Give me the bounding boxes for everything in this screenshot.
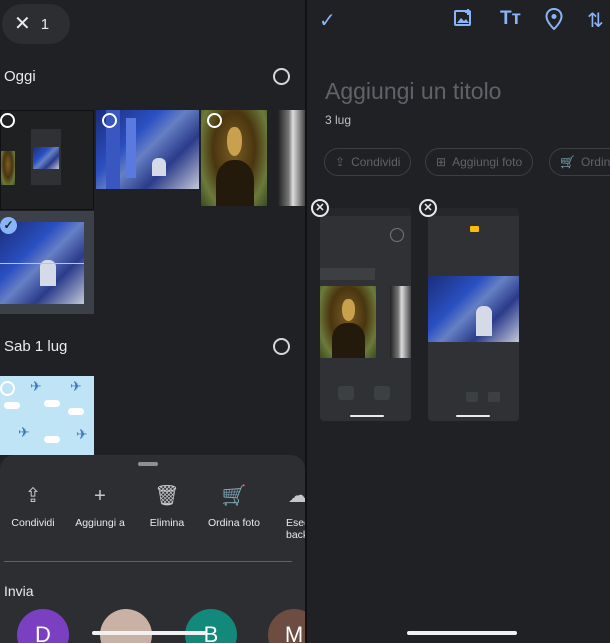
- action-share[interactable]: ⇪ Condividi: [0, 483, 69, 529]
- sheet-divider: [4, 561, 292, 562]
- selected-check-icon[interactable]: ✓: [0, 217, 17, 234]
- photo-selection-screen: ✕ 1 Oggi ✓ Sab 1 lug ✈ ✈ ✈ ✈ ⇪ Condividi…: [0, 0, 305, 643]
- chip-order-label: Ordina: [580, 155, 610, 169]
- remove-photo-2-icon[interactable]: ✕: [419, 199, 437, 217]
- chip-share-label: Condividi: [351, 155, 401, 169]
- trash-icon: 🗑: [154, 485, 180, 507]
- remove-photo-1-icon[interactable]: ✕: [311, 199, 329, 217]
- album-date: 3 lug: [325, 113, 352, 127]
- contact-avatar-3[interactable]: B: [185, 609, 237, 643]
- photo-thumb-city-selected[interactable]: [0, 222, 84, 304]
- select-photo-airplanes-checkbox[interactable]: [0, 381, 15, 396]
- photo-thumb-screenshot[interactable]: [0, 110, 94, 210]
- action-backup-label: Eseg back: [286, 517, 305, 541]
- contact-avatar-4[interactable]: M: [268, 609, 305, 643]
- action-order-photos[interactable]: 🛒 Ordina foto: [198, 483, 270, 529]
- backup-icon: ☁: [288, 485, 305, 507]
- action-sheet: ⇪ Condividi + Aggiungi a 🗑 Elimina 🛒 Ord…: [0, 455, 305, 643]
- location-icon[interactable]: [545, 7, 563, 36]
- share-icon: ⇪: [24, 485, 42, 507]
- select-all-sat-checkbox[interactable]: [273, 338, 290, 355]
- chip-add-photos[interactable]: ⊞ Aggiungi foto: [425, 148, 534, 176]
- action-order-photos-label: Ordina foto: [208, 517, 260, 529]
- check-icon[interactable]: ✓: [319, 8, 336, 33]
- action-add-to[interactable]: + Aggiungi a: [64, 483, 136, 529]
- action-backup[interactable]: ☁ Eseg back: [268, 483, 305, 541]
- photo-thumb-bw[interactable]: [278, 110, 305, 206]
- text-icon[interactable]: Tт: [500, 8, 521, 30]
- album-photo-1[interactable]: [320, 208, 411, 421]
- chip-share[interactable]: ⇪ Condividi: [324, 148, 412, 176]
- cart-icon: 🛒: [560, 155, 575, 169]
- section-title-sat: Sab 1 lug: [4, 338, 68, 355]
- album-create-screen: ✓ Tт ⇅ Aggiungi un titolo 3 lug ⇪ Condiv…: [307, 0, 610, 643]
- close-icon[interactable]: ✕: [14, 14, 31, 34]
- selection-count: 1: [40, 15, 50, 33]
- add-photo-icon: ⊞: [436, 155, 447, 169]
- chip-add-photos-label: Aggiungi foto: [452, 155, 523, 169]
- image-icon[interactable]: [453, 8, 473, 34]
- plus-icon: +: [94, 485, 106, 507]
- sort-icon[interactable]: ⇅: [587, 8, 604, 33]
- select-photo-3-checkbox[interactable]: [207, 113, 222, 128]
- sheet-drag-handle[interactable]: [138, 462, 158, 466]
- select-photo-1-checkbox[interactable]: [0, 113, 15, 128]
- action-delete[interactable]: 🗑 Elimina: [131, 483, 203, 529]
- share-icon: ⇪: [335, 155, 346, 169]
- contact-avatar-2[interactable]: [100, 609, 152, 643]
- action-share-label: Condividi: [11, 517, 55, 529]
- select-photo-2-checkbox[interactable]: [102, 113, 117, 128]
- section-title-today: Oggi: [4, 68, 36, 85]
- contact-avatar-1[interactable]: D: [17, 609, 69, 643]
- selection-pill: ✕ 1: [2, 4, 70, 44]
- cart-icon: 🛒: [221, 485, 247, 507]
- select-all-today-checkbox[interactable]: [273, 68, 290, 85]
- gesture-bar-right: [407, 631, 517, 635]
- send-title: Invia: [4, 583, 34, 599]
- album-photo-2[interactable]: [428, 208, 519, 421]
- album-title-input[interactable]: Aggiungi un titolo: [325, 78, 501, 105]
- chip-order[interactable]: 🛒 Ordina: [549, 148, 610, 176]
- gesture-bar: [92, 631, 207, 635]
- action-add-to-label: Aggiungi a: [75, 517, 125, 529]
- action-delete-label: Elimina: [149, 517, 185, 529]
